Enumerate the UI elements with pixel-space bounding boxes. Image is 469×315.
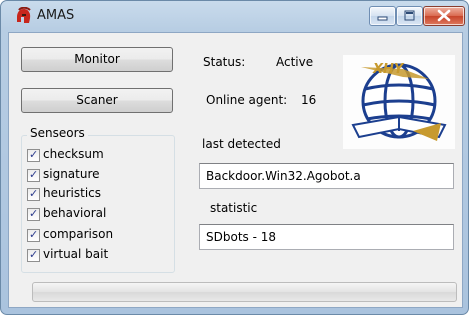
checkbox[interactable]: ✓ — [27, 168, 40, 182]
spartan-helmet-icon — [17, 7, 31, 23]
checkmark-icon: ✓ — [29, 187, 39, 200]
sensor-label: heuristics — [43, 186, 102, 200]
checkmark-icon: ✓ — [29, 148, 39, 161]
maximize-icon — [404, 10, 415, 21]
checkbox[interactable]: ✓ — [27, 248, 40, 262]
amas-window: AMAS Monitor Scaner Senseors ✓ checksum — [0, 0, 469, 315]
client-area: Monitor Scaner Senseors ✓ checksum ✓ sig… — [8, 32, 463, 308]
online-agent-value: 16 — [301, 93, 317, 107]
sensor-label: signature — [43, 167, 100, 181]
statistic-label: statistic — [210, 201, 258, 215]
sensor-label: comparison — [43, 227, 114, 241]
last-detected-label: last detected — [202, 137, 281, 151]
progress-bar — [32, 282, 457, 302]
last-detected-field[interactable]: Backdoor.Win32.Agobot.a — [199, 163, 454, 189]
checkbox[interactable]: ✓ — [27, 187, 40, 201]
sensors-group-title: Senseors — [27, 126, 88, 140]
status-value: Active — [276, 55, 314, 69]
checkmark-icon: ✓ — [29, 248, 39, 261]
checkmark-icon: ✓ — [29, 207, 39, 220]
checkmark-icon: ✓ — [29, 228, 39, 241]
sensor-label: virtual bait — [43, 247, 109, 261]
monitor-button[interactable]: Monitor — [21, 47, 173, 72]
close-button[interactable] — [423, 6, 465, 26]
online-agent-label: Online agent: — [206, 93, 288, 107]
checkbox[interactable]: ✓ — [27, 228, 40, 242]
window-title: AMAS — [37, 8, 75, 23]
globe-book-logo: XHY — [343, 55, 455, 149]
sensor-label: behavioral — [43, 206, 107, 220]
close-icon — [437, 9, 451, 22]
maximize-button[interactable] — [396, 6, 423, 26]
minimize-icon — [377, 16, 388, 21]
checkbox[interactable]: ✓ — [27, 148, 40, 162]
title-bar[interactable]: AMAS — [1, 1, 468, 31]
status-label: Status: — [203, 55, 246, 69]
statistic-field[interactable]: SDbots - 18 — [199, 224, 454, 250]
scaner-button[interactable]: Scaner — [21, 88, 173, 113]
logo-text: XHY — [372, 62, 405, 77]
sensor-label: checksum — [43, 147, 104, 161]
minimize-button[interactable] — [369, 6, 396, 26]
checkmark-icon: ✓ — [29, 168, 39, 181]
checkbox[interactable]: ✓ — [27, 207, 40, 221]
